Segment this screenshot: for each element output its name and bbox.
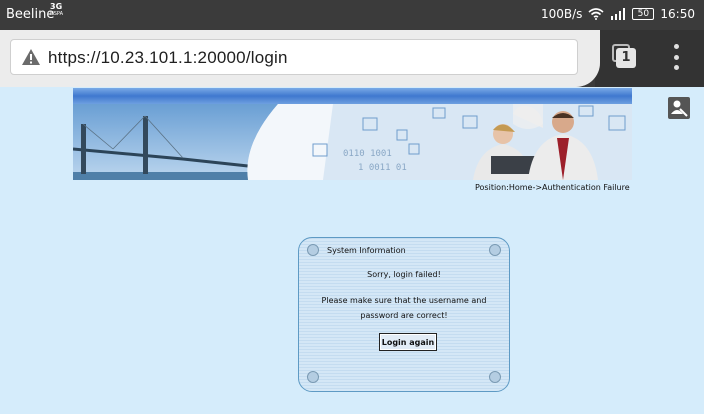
profile-search-icon[interactable] <box>668 97 690 119</box>
banner-image: 0110 1001 1 0011 01 <box>73 104 632 180</box>
svg-text:0110 1001: 0110 1001 <box>343 149 392 159</box>
url-text[interactable]: https://10.23.101.1:20000/login <box>48 48 288 68</box>
login-again-button[interactable]: Login again <box>379 333 437 351</box>
status-bar: Beeline 3G HSPA 100B/s 50 16:50 <box>0 0 704 30</box>
corner-decoration <box>307 244 319 256</box>
header-banner: 0110 1001 1 0011 01 <box>73 88 632 180</box>
corner-decoration <box>489 371 501 383</box>
overflow-menu-icon[interactable] <box>672 44 680 70</box>
system-info-panel: System Information Sorry, login failed! … <box>298 237 510 392</box>
omnibox-container: https://10.23.101.1:20000/login <box>0 30 600 87</box>
breadcrumb: Position:Home->Authentication Failure <box>475 183 630 192</box>
carrier-name: Beeline <box>6 7 55 22</box>
battery-icon: 50 <box>632 8 655 20</box>
corner-decoration <box>489 244 501 256</box>
svg-text:1 0011 01: 1 0011 01 <box>358 163 407 173</box>
banner-bar <box>73 88 632 104</box>
error-message: Sorry, login failed! <box>367 270 441 279</box>
network-type-icon: 3G HSPA <box>50 2 64 18</box>
signal-icon <box>611 8 626 20</box>
error-detail-line-2: password are correct! <box>360 311 448 320</box>
panel-title: System Information <box>327 246 406 255</box>
warning-icon[interactable] <box>21 48 41 66</box>
tab-count: 1 <box>616 48 636 68</box>
tab-switcher-button[interactable]: 1 <box>612 44 636 68</box>
network-type: 3G <box>50 2 63 11</box>
wifi-icon <box>588 8 604 20</box>
address-bar[interactable]: https://10.23.101.1:20000/login <box>10 39 578 75</box>
network-speed: 100B/s <box>540 7 583 21</box>
browser-toolbar: https://10.23.101.1:20000/login 1 <box>0 30 704 87</box>
battery-level: 50 <box>637 9 650 19</box>
clock: 16:50 <box>660 7 695 21</box>
error-detail-line-1: Please make sure that the username and <box>321 296 487 305</box>
network-sub: HSPA <box>50 11 64 17</box>
corner-decoration <box>307 371 319 383</box>
